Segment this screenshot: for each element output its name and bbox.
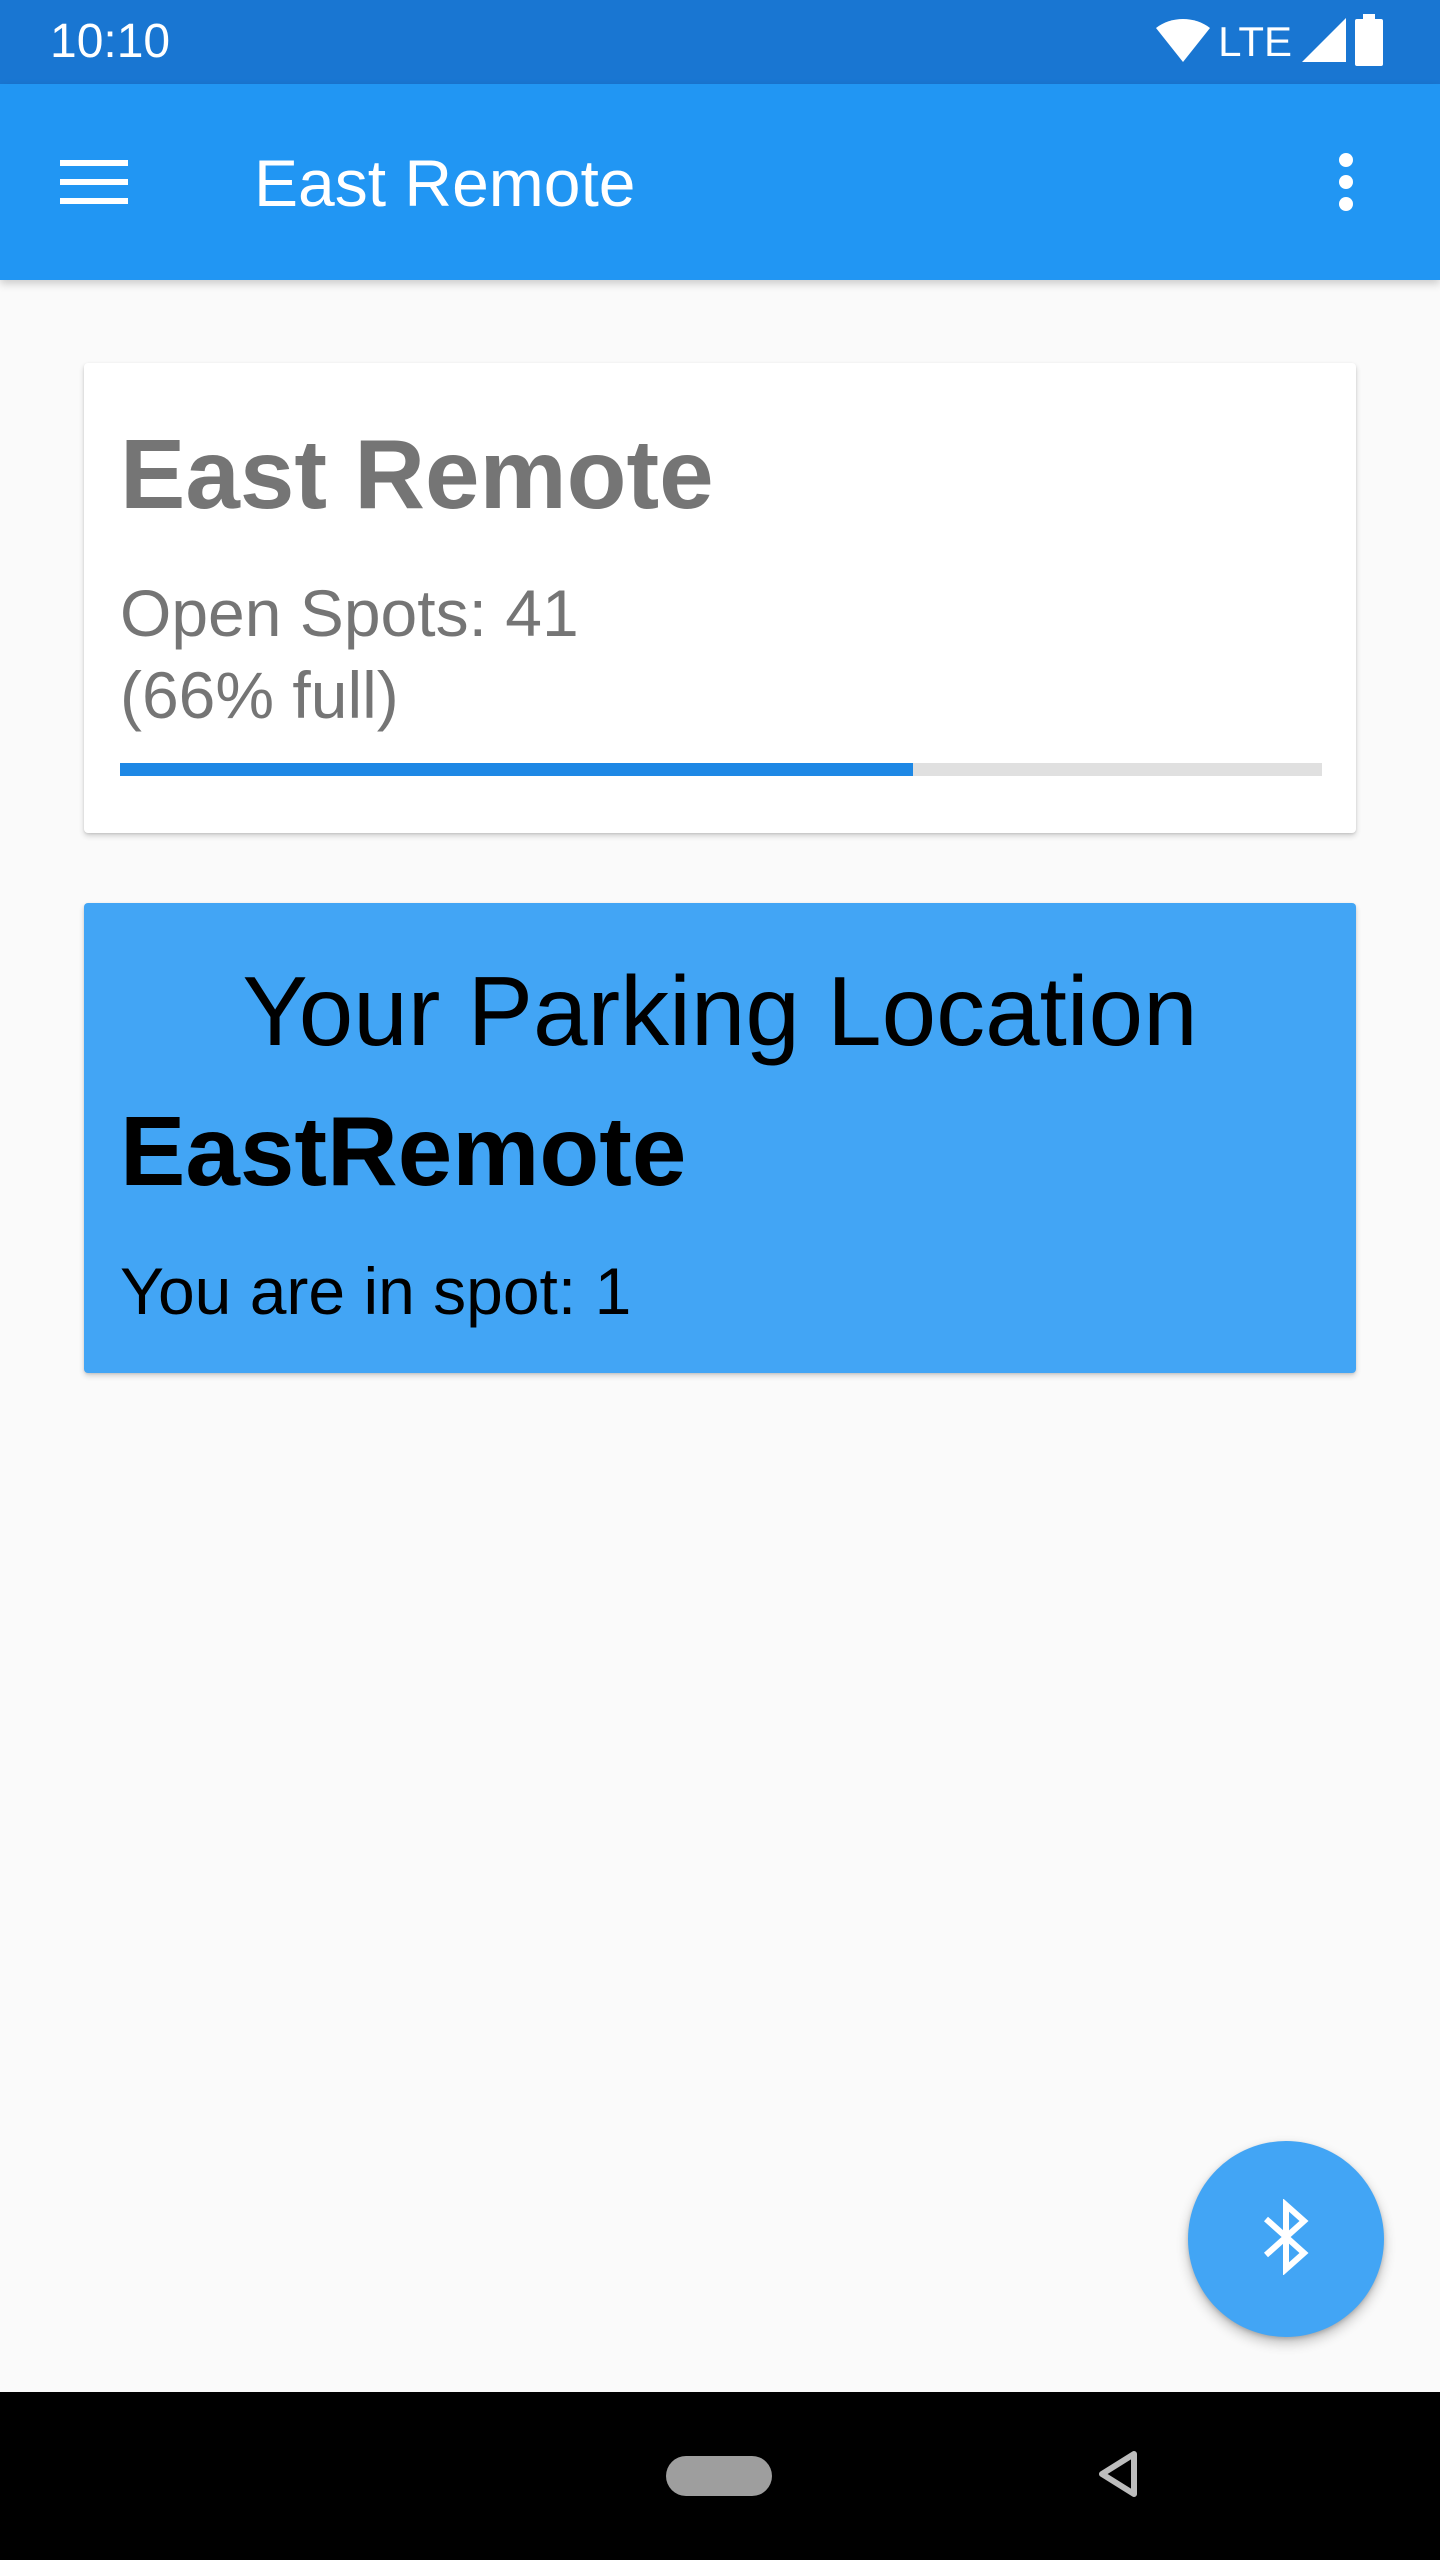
bluetooth-fab[interactable]	[1188, 2141, 1384, 2337]
spot-number-text: You are in spot: 1	[120, 1254, 632, 1328]
occupancy-progress-fill	[120, 763, 914, 776]
wifi-icon	[1154, 16, 1212, 69]
app-bar: East Remote	[0, 84, 1440, 280]
screen: 10:10 LTE East Remote East Remote Open S…	[0, 0, 1440, 2560]
status-time: 10:10	[50, 15, 171, 68]
location-name: EastRemote	[120, 1096, 687, 1206]
menu-button[interactable]	[46, 136, 142, 232]
bluetooth-icon	[1260, 2197, 1312, 2280]
back-button[interactable]	[1086, 2432, 1150, 2520]
open-spots-text: Open Spots: 41	[120, 576, 579, 650]
hamburger-menu-icon	[60, 158, 128, 211]
lot-status-card[interactable]: East Remote Open Spots: 41 (66% full)	[84, 363, 1356, 833]
back-icon	[1096, 2450, 1140, 2503]
status-icons: LTE	[1154, 13, 1384, 71]
battery-icon	[1354, 13, 1384, 71]
parking-location-card[interactable]: Your Parking Location EastRemote You are…	[84, 903, 1356, 1373]
network-type-label: LTE	[1218, 18, 1292, 65]
more-vert-icon	[1338, 152, 1354, 217]
overflow-menu-button[interactable]	[1298, 136, 1394, 232]
lot-name: East Remote	[120, 419, 714, 529]
signal-icon	[1300, 16, 1348, 69]
percent-full-text: (66% full)	[120, 658, 399, 732]
system-nav-bar	[0, 2392, 1440, 2560]
app-title: East Remote	[254, 146, 636, 220]
location-heading: Your Parking Location	[242, 956, 1198, 1066]
occupancy-progress-bar	[120, 763, 1322, 776]
home-pill-icon[interactable]	[666, 2456, 772, 2496]
status-bar: 10:10 LTE	[0, 0, 1440, 84]
